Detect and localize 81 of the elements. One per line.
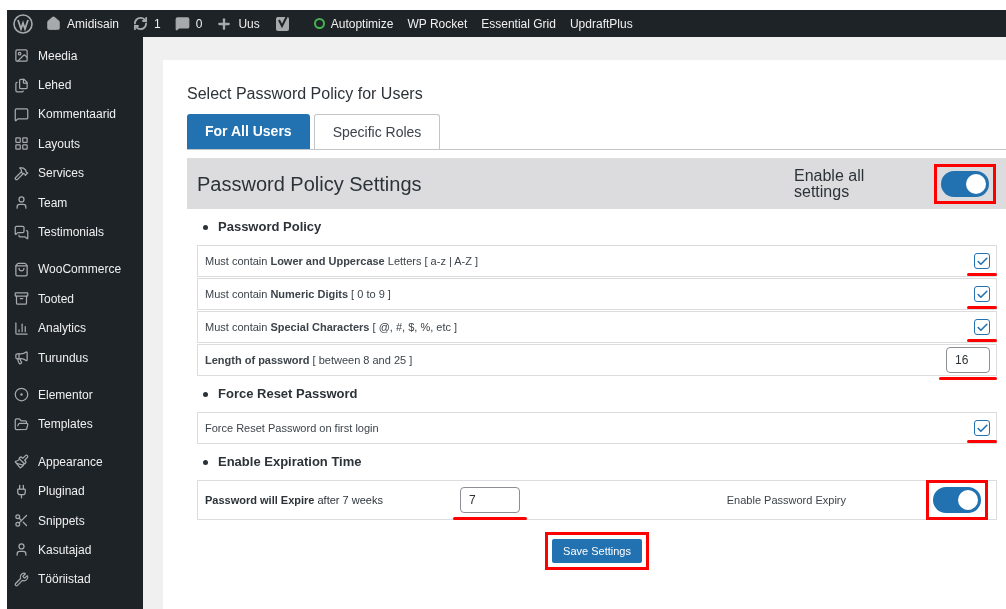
plug-icon xyxy=(14,483,29,499)
save-button[interactable]: Save Settings xyxy=(552,539,642,563)
sidebar-item[interactable]: Analytics xyxy=(7,313,143,343)
grid-icon xyxy=(14,136,29,152)
comment-icon xyxy=(14,106,29,122)
comments-link[interactable]: 0 xyxy=(167,10,210,37)
wordpress-logo-icon[interactable] xyxy=(13,13,33,34)
circle-icon xyxy=(14,387,29,403)
sidebar-item[interactable]: Snippets xyxy=(7,505,143,536)
seo-plugin-icon[interactable] xyxy=(274,14,291,33)
scissors-icon xyxy=(14,513,29,529)
number-field[interactable]: 16 xyxy=(946,347,990,373)
wrench-icon xyxy=(14,571,29,587)
check-icon xyxy=(975,254,989,268)
section-title: Force Reset Password xyxy=(218,385,358,404)
bullet-icon xyxy=(203,459,208,465)
speech-bubbles-icon xyxy=(14,224,29,240)
sidebar-item[interactable]: Lehed xyxy=(7,70,143,100)
sidebar-item[interactable]: Pluginad xyxy=(7,476,143,506)
sidebar-item[interactable]: Turundus xyxy=(7,342,143,373)
plugin-link[interactable]: Essential Grid xyxy=(474,10,563,37)
sidebar-item[interactable]: Elementor xyxy=(7,380,143,410)
plus-icon xyxy=(216,15,233,32)
person-icon xyxy=(14,542,29,558)
sidebar-item[interactable]: Kommentaarid xyxy=(7,99,143,130)
checkbox[interactable] xyxy=(974,420,990,436)
folder-icon xyxy=(14,416,29,432)
paintbrush-icon xyxy=(14,454,29,470)
media-icon xyxy=(14,48,29,64)
setting-label: Must contain Special Characters [ @, #, $, %, etc ] xyxy=(205,319,458,335)
sidebar-item[interactable]: Templates xyxy=(7,409,143,440)
tab[interactable]: For All Users xyxy=(187,114,310,149)
bar-chart-icon xyxy=(14,320,29,336)
megaphone-icon xyxy=(14,350,29,366)
setting-label: Length of password [ between 8 and 25 ] xyxy=(205,352,413,368)
section-title: Enable Expiration Time xyxy=(218,453,362,472)
enable-all-toggle[interactable] xyxy=(941,170,989,197)
setting-label: Password will Expire after 7 weeks xyxy=(205,492,384,508)
bullet-icon xyxy=(203,224,208,230)
sidebar-item[interactable]: Tooted xyxy=(7,284,143,314)
new-link[interactable]: Uus xyxy=(209,10,267,37)
sidebar-item[interactable]: Testimonials xyxy=(7,217,143,247)
refresh-icon xyxy=(133,16,149,31)
plugin-link[interactable]: UpdraftPlus xyxy=(562,10,640,37)
hammer-icon xyxy=(14,165,29,181)
panel-title: Password Policy Settings xyxy=(197,171,423,197)
comment-icon xyxy=(174,16,190,31)
expiry-toggle[interactable] xyxy=(933,487,981,513)
check-icon xyxy=(975,421,989,435)
section-title: Password Policy xyxy=(218,218,322,237)
weeks-field[interactable]: 7 xyxy=(460,487,520,513)
bag-icon xyxy=(14,261,29,277)
setting-label: Must contain Lower and Uppercase Letters [ a-z | A-Z ] xyxy=(205,253,479,269)
setting-label: Must contain Numeric Digits [ 0 to 9 ] xyxy=(205,286,391,302)
checkbox[interactable] xyxy=(974,253,990,269)
setting-label: Enable Password Expiry xyxy=(726,492,846,508)
sidebar-item[interactable]: WooCommerce xyxy=(7,254,143,285)
enable-all-label: Enable all settings xyxy=(794,167,866,200)
sidebar-item[interactable]: Layouts xyxy=(7,129,143,159)
sidebar-item[interactable]: Appearance xyxy=(7,447,143,477)
check-icon xyxy=(975,287,989,301)
person-icon xyxy=(14,195,29,211)
plugin-link[interactable]: Autoptimize xyxy=(306,10,401,37)
sidebar-item[interactable]: Kasutajad xyxy=(7,535,143,565)
tab[interactable]: Specific Roles xyxy=(313,114,441,149)
bullet-icon xyxy=(203,391,208,397)
page-title: Select Password Policy for Users xyxy=(187,84,424,104)
check-icon xyxy=(975,320,989,334)
sidebar-item[interactable]: Team xyxy=(7,187,143,218)
plugin-link[interactable]: WP Rocket xyxy=(400,10,475,37)
sidebar-item[interactable]: Tööriistad xyxy=(7,564,143,595)
updates-link[interactable]: 1 xyxy=(126,10,168,37)
sidebar-item[interactable]: Meedia xyxy=(7,41,143,71)
checkbox[interactable] xyxy=(974,286,990,302)
home-icon xyxy=(46,16,61,31)
archive-icon xyxy=(14,291,29,307)
checkbox[interactable] xyxy=(974,319,990,335)
pages-icon xyxy=(14,77,29,93)
setting-label: Force Reset Password on first login xyxy=(205,420,379,436)
sidebar-item[interactable]: Services xyxy=(7,158,143,188)
site-link[interactable]: Amidisain xyxy=(39,10,127,37)
